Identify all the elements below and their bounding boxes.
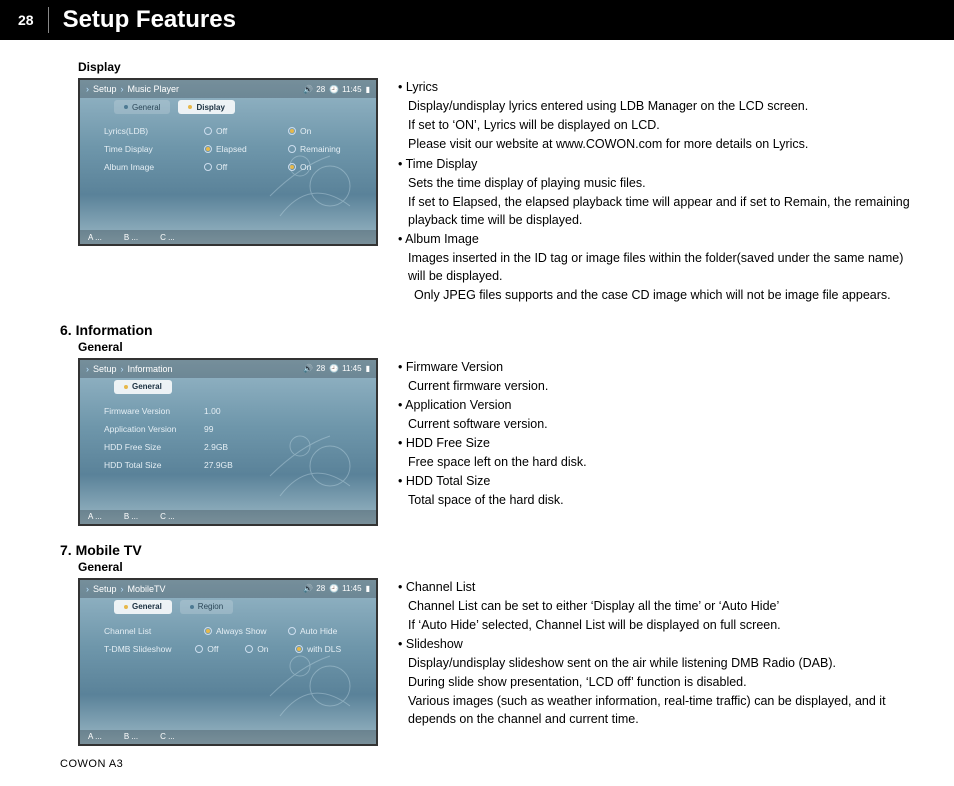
bullet-heading: Lyrics [398,78,918,96]
breadcrumb-2: Music Player [128,84,180,94]
description-display: Lyrics Display/undisplay lyrics entered … [388,78,918,306]
statusbar: › Setup › Music Player 🔊28 🕘11:45 ▮ [80,80,376,98]
list-item: Firmware Version1.00 [104,402,358,420]
clock-icon: 🕘11:45 [329,85,361,94]
list-item: HDD Free Size2.9GB [104,438,358,456]
breadcrumb-arrow-icon: › [121,584,124,594]
page-body: Display › Setup › Music Player 🔊28 🕘11:4… [0,40,954,746]
softkey-bar: A ... B ... C ... [80,510,376,524]
tab-general[interactable]: General [114,380,172,394]
tab-general[interactable]: General [114,600,172,614]
breadcrumb-1: Setup [93,84,117,94]
breadcrumb-arrow-icon: › [86,584,89,594]
section-display: Display › Setup › Music Player 🔊28 🕘11:4… [60,60,918,306]
battery-icon: ▮ [366,85,370,94]
page-header: 28 Setup Features [0,0,954,40]
description-mobiletv: Channel List Channel List can be set to … [388,578,918,746]
battery-icon: ▮ [366,364,370,373]
description-information: Firmware Version Current firmware versio… [388,358,918,526]
tab-region[interactable]: Region [180,600,233,614]
subheading-display: Display [78,60,918,74]
subheading-mobiletv: General [78,560,918,574]
header-divider [48,7,49,33]
breadcrumb-arrow-icon: › [121,364,124,374]
list-item[interactable]: Lyrics(LDB) Off On [104,122,358,140]
softkey-c[interactable]: C ... [160,732,175,741]
page-number: 28 [18,12,34,28]
clock-icon: 🕘11:45 [329,364,361,373]
softkey-a[interactable]: A ... [88,512,102,521]
bullet-heading: HDD Total Size [398,472,918,490]
heading-information: 6. Information [60,322,918,338]
breadcrumb-arrow-icon: › [86,364,89,374]
screenshot-mobiletv: › Setup › MobileTV 🔊28 🕘11:45 ▮ General … [78,578,378,746]
softkey-a[interactable]: A ... [88,732,102,741]
softkey-c[interactable]: C ... [160,233,175,242]
tab-display[interactable]: Display [178,100,234,114]
softkey-a[interactable]: A ... [88,233,102,242]
subheading-information: General [78,340,918,354]
list-item[interactable]: Album Image Off On [104,158,358,176]
statusbar: › Setup › MobileTV 🔊28 🕘11:45 ▮ [80,580,376,598]
bullet-heading: Album Image [398,230,918,248]
list-item[interactable]: Channel List Always Show Auto Hide [104,622,358,640]
softkey-b[interactable]: B ... [124,233,138,242]
softkey-bar: A ... B ... C ... [80,730,376,744]
clock-icon: 🕘11:45 [329,584,361,593]
bullet-heading: Channel List [398,578,918,596]
section-mobiletv: 7. Mobile TV General › Setup › MobileTV … [60,542,918,746]
bullet-heading: Slideshow [398,635,918,653]
volume-icon: 🔊28 [303,85,325,94]
bullet-heading: Time Display [398,155,918,173]
list-item: HDD Total Size27.9GB [104,456,358,474]
breadcrumb-arrow-icon: › [86,84,89,94]
list-item[interactable]: Time Display Elapsed Remaining [104,140,358,158]
bullet-heading: HDD Free Size [398,434,918,452]
statusbar: › Setup › Information 🔊28 🕘11:45 ▮ [80,360,376,378]
battery-icon: ▮ [366,584,370,593]
list-item[interactable]: T-DMB Slideshow Off On with DLS [104,640,358,658]
softkey-bar: A ... B ... C ... [80,230,376,244]
tab-general[interactable]: General [114,100,170,114]
volume-icon: 🔊28 [303,584,325,593]
screenshot-display: › Setup › Music Player 🔊28 🕘11:45 ▮ Gene… [78,78,378,246]
bullet-heading: Firmware Version [398,358,918,376]
section-information: 6. Information General › Setup › Informa… [60,322,918,526]
footer-model: COWON A3 [60,758,123,770]
page-title: Setup Features [63,6,236,34]
breadcrumb-arrow-icon: › [121,84,124,94]
screenshot-information: › Setup › Information 🔊28 🕘11:45 ▮ Gener… [78,358,378,526]
heading-mobiletv: 7. Mobile TV [60,542,918,558]
list-item: Application Version99 [104,420,358,438]
softkey-b[interactable]: B ... [124,512,138,521]
bullet-heading: Application Version [398,396,918,414]
volume-icon: 🔊28 [303,364,325,373]
softkey-b[interactable]: B ... [124,732,138,741]
softkey-c[interactable]: C ... [160,512,175,521]
